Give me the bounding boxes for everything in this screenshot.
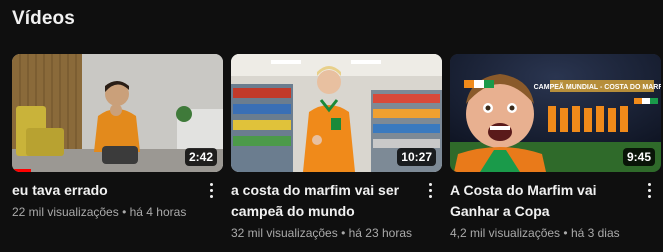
video-info: a costa do marfim vai ser campeã do mund… [231, 172, 442, 242]
video-thumbnail[interactable]: CAMPEÃ MUNDIAL - COSTA DO MARFIM 9:45 [450, 54, 661, 172]
meta-separator: • [122, 205, 127, 219]
duration-badge: 9:45 [622, 148, 655, 166]
view-count: 22 mil visualizações [12, 205, 119, 219]
video-title[interactable]: A Costa do Marfim vai Ganhar a Copa [450, 180, 635, 222]
video-thumbnail[interactable]: 2:42 [12, 54, 223, 172]
video-thumbnail[interactable]: 10:27 [231, 54, 442, 172]
video-card[interactable]: 10:27 a costa do marfim vai ser campeã d… [231, 54, 442, 242]
upload-age: há 3 dias [570, 226, 620, 240]
duration-badge: 10:27 [397, 148, 436, 166]
video-meta: 22 mil visualizações • há 4 horas [12, 203, 197, 221]
more-vert-icon[interactable] [641, 180, 657, 200]
upload-age: há 23 horas [348, 226, 412, 240]
view-count: 32 mil visualizações [231, 226, 338, 240]
video-meta: 4,2 mil visualizações • há 3 dias [450, 224, 635, 242]
video-card[interactable]: 2:42 eu tava errado 22 mil visualizações… [12, 54, 223, 221]
video-info: A Costa do Marfim vai Ganhar a Copa 4,2 … [450, 172, 661, 242]
video-meta: 32 mil visualizações • há 23 horas [231, 224, 416, 242]
view-count: 4,2 mil visualizações [450, 226, 561, 240]
video-title[interactable]: a costa do marfim vai ser campeã do mund… [231, 180, 416, 222]
video-card[interactable]: CAMPEÃ MUNDIAL - COSTA DO MARFIM 9:45 A … [450, 54, 661, 242]
upload-age: há 4 horas [129, 205, 187, 219]
more-vert-icon[interactable] [203, 180, 219, 200]
meta-separator: • [341, 226, 346, 240]
duration-badge: 2:42 [184, 148, 217, 166]
thumbnail-banner-text: CAMPEÃ MUNDIAL - COSTA DO MARFIM [534, 82, 661, 91]
video-title[interactable]: eu tava errado [12, 180, 197, 201]
meta-separator: • [563, 226, 568, 240]
video-info: eu tava errado 22 mil visualizações • há… [12, 172, 223, 221]
more-vert-icon[interactable] [422, 180, 438, 200]
section-title: Vídeos [12, 8, 75, 29]
